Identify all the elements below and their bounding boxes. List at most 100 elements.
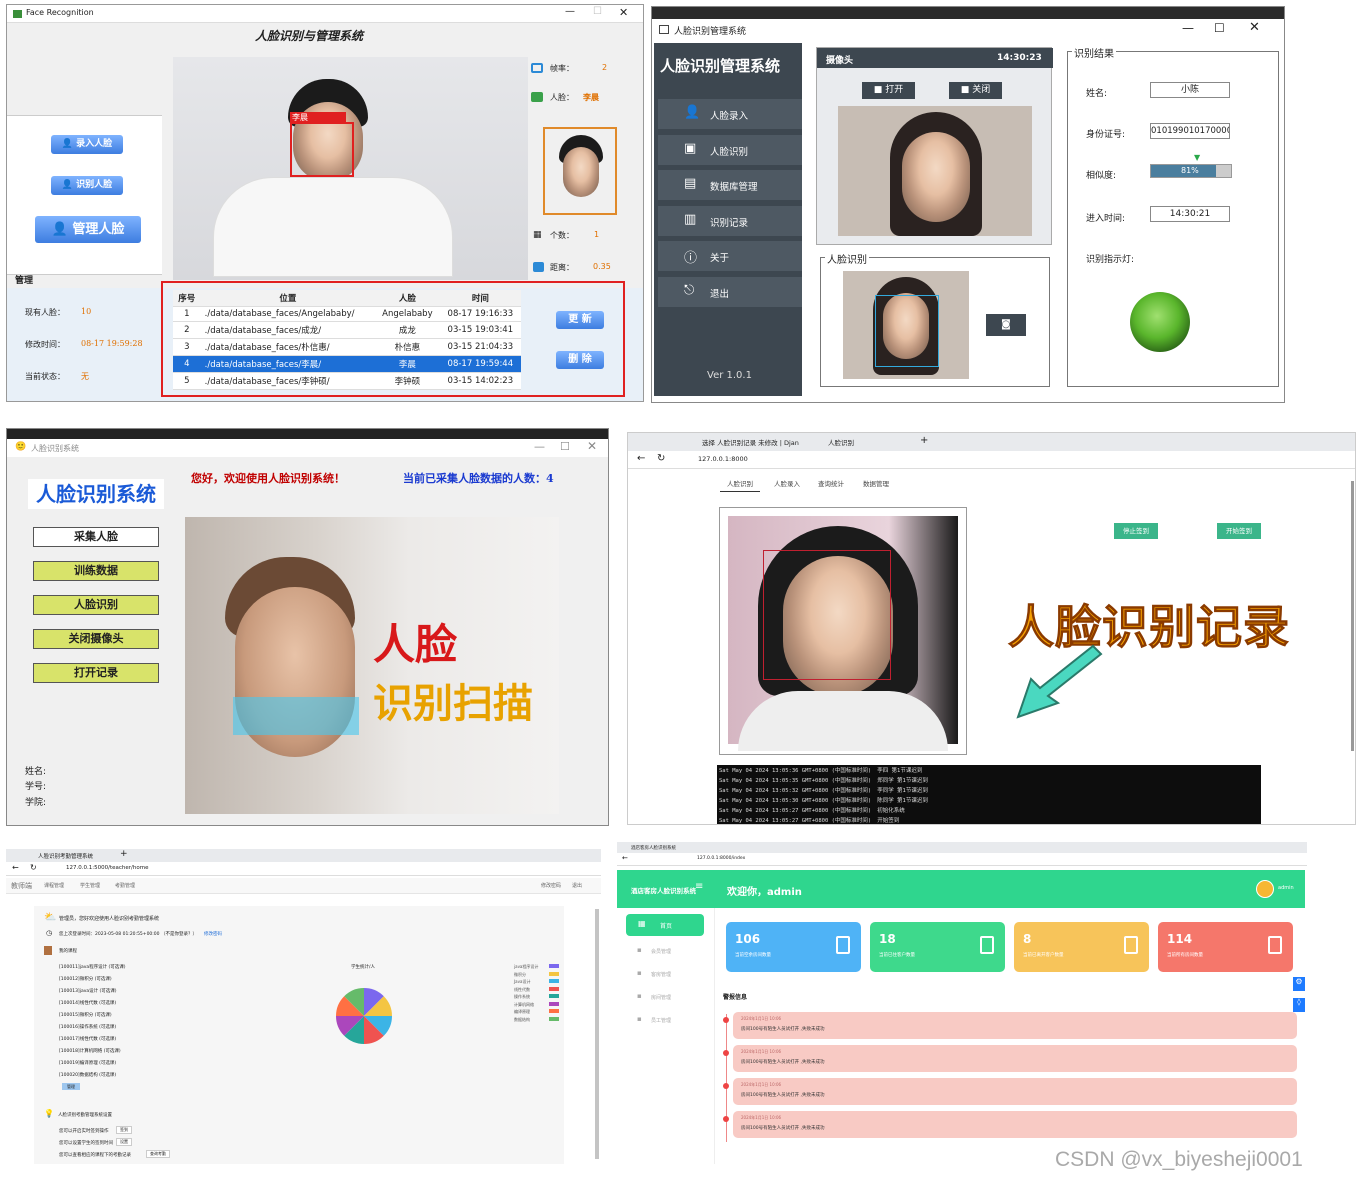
maximize-icon[interactable]: ☐: [1214, 21, 1225, 35]
alert-item[interactable]: 2024年1月1日 10:06 房间100号有陌生人员试打开 ,失败未成功: [733, 1111, 1297, 1138]
course-item[interactable]: [100014]线性代数 (可选课): [59, 1000, 116, 1006]
close-icon[interactable]: ✕: [619, 6, 628, 19]
table-row[interactable]: 2 ./data/database_faces/成龙/成龙 03-15 19:03:…: [173, 321, 521, 339]
stat-card[interactable]: 114 当前所有房间数量: [1158, 922, 1293, 972]
refresh-icon[interactable]: ↻: [657, 453, 665, 464]
window-header: 人脸识别管理系统 — ☐ ✕: [652, 19, 1284, 41]
alert-item[interactable]: 2024年1月1日 10:06 房间100号有陌生人员试打开 ,失败未成功: [733, 1078, 1297, 1105]
tab-2[interactable]: 人脸识别: [828, 437, 854, 447]
sidebar-item-3[interactable]: 房间管理: [651, 994, 671, 1001]
capture-button[interactable]: ◙: [986, 314, 1026, 336]
tab-1[interactable]: 选择 人脸识别记录 未修改 | Djan: [702, 437, 802, 447]
course-item[interactable]: [100020]数据结构 (可选课): [59, 1072, 116, 1078]
side-button-1[interactable]: 训练数据: [33, 561, 159, 581]
sidebar-item-home[interactable]: ▦ 首页: [626, 914, 704, 936]
course-item[interactable]: [100017]线性代数 (可选课): [59, 1036, 116, 1042]
stat-card[interactable]: 106 当前空余房间数量: [726, 922, 861, 972]
side-button-4[interactable]: 打开记录: [33, 663, 159, 683]
brand[interactable]: 教师端: [11, 881, 32, 891]
welcome-text: 欢迎你，admin: [727, 887, 802, 898]
url-text[interactable]: 127.0.0.1:8000/index: [697, 856, 745, 861]
open-camera-button[interactable]: ■ 打开: [862, 82, 915, 99]
url-text[interactable]: 127.0.0.1:5000/teacher/home: [66, 865, 148, 871]
course-item[interactable]: [100016]操作系统 (可选课): [59, 1024, 116, 1030]
nav-tab-0[interactable]: 人脸识别: [727, 478, 753, 488]
table-row[interactable]: 4 ./data/database_faces/李晨/李晨 08-17 19:59:…: [173, 355, 521, 373]
tip-button[interactable]: 查询考勤: [146, 1150, 170, 1158]
sidebar-item-1[interactable]: 会员管理: [651, 948, 671, 955]
sidebar-item-2[interactable]: 客房管理: [651, 971, 671, 978]
minimize-icon[interactable]: —: [1182, 21, 1194, 35]
count-value: 1: [594, 230, 600, 239]
sidebar-item-5[interactable]: ⎋ 退出: [658, 276, 802, 307]
scrollbar[interactable]: [595, 909, 599, 1159]
new-tab-icon[interactable]: +: [120, 849, 128, 859]
table-row[interactable]: 5 ./data/database_faces/李钟硕/李钟硕 03-15 14:0…: [173, 372, 521, 390]
side-button-2[interactable]: 人脸识别: [33, 595, 159, 615]
side-button-3[interactable]: 关闭摄像头: [33, 629, 159, 649]
username[interactable]: admin: [1278, 885, 1294, 891]
nav-tab-3[interactable]: 数据管理: [863, 478, 889, 488]
refresh-icon[interactable]: ↻: [30, 863, 37, 872]
alert-item[interactable]: 2024年1月1日 10:06 房间100号有陌生人员试打开 ,失败未成功: [733, 1045, 1297, 1072]
manage-face-button[interactable]: 👤 管理人脸: [35, 216, 141, 243]
sidebar-item-1[interactable]: ▣ 人脸识别: [658, 134, 802, 165]
close-icon[interactable]: ✕: [587, 439, 597, 453]
change-password-link[interactable]: 修改密码: [204, 931, 222, 937]
new-tab-icon[interactable]: +: [920, 435, 928, 446]
menu-toggle-icon[interactable]: ≡: [695, 881, 703, 892]
manage-button[interactable]: 管理: [62, 1083, 80, 1090]
logout-link[interactable]: 退出: [572, 882, 582, 889]
course-item[interactable]: [100019]编译原理 (可选课): [59, 1060, 116, 1066]
table-row[interactable]: 1 ./data/database_faces/Angelababy/Angela…: [173, 306, 521, 322]
delete-button[interactable]: 删 除: [556, 351, 604, 369]
course-item[interactable]: [100011]java程序设计 (可选课): [59, 964, 126, 970]
course-item[interactable]: [100015]微积分 (可选课): [59, 1012, 112, 1018]
url-text[interactable]: 127.0.0.1:8000: [698, 455, 748, 463]
log-line: Sat May 04 2024 13:05:27 GMT+0800 (中国标准时…: [719, 816, 1259, 824]
sidebar-item-2[interactable]: ▤ 数据库管理: [658, 170, 802, 200]
stat-card[interactable]: 8 当前已离开客户数量: [1014, 922, 1149, 972]
back-icon[interactable]: ←: [622, 854, 628, 862]
course-item[interactable]: [100013]java设计 (可选课): [59, 988, 117, 994]
tip-button[interactable]: 签到: [116, 1126, 132, 1134]
drop-float-button[interactable]: ◊: [1293, 998, 1305, 1012]
sidebar-item-3[interactable]: ▥ 识别记录: [658, 205, 802, 236]
sidebar-item-4[interactable]: ⓘ 关于: [658, 241, 802, 271]
stat-card[interactable]: 18 当前已住客户数量: [870, 922, 1005, 972]
course-item[interactable]: [100018]计算机网络 (可选课): [59, 1048, 121, 1054]
close-camera-button[interactable]: ■ 关闭: [949, 82, 1002, 99]
minimize-icon[interactable]: —: [565, 6, 575, 17]
start-signin-button[interactable]: 开始签到: [1217, 523, 1261, 539]
table-row[interactable]: 3 ./data/database_faces/朴信惠/朴信惠 03-15 21:0…: [173, 338, 521, 356]
tip-button[interactable]: 设置: [116, 1138, 132, 1146]
maximize-icon[interactable]: ☐: [593, 6, 602, 17]
update-button[interactable]: 更 新: [556, 311, 604, 329]
side-button-0[interactable]: 采集人脸: [33, 527, 159, 547]
tab[interactable]: 酒店客房人脸识别系统: [631, 845, 676, 851]
back-icon[interactable]: ←: [12, 863, 19, 872]
nav-courses[interactable]: 课程管理: [44, 882, 64, 889]
alert-item[interactable]: 2024年1月1日 10:06 房间100号有陌生人员试打开 ,失败未成功: [733, 1012, 1297, 1039]
back-icon[interactable]: ←: [637, 453, 645, 464]
change-password-link[interactable]: 修改密码: [541, 882, 561, 889]
avatar[interactable]: [1256, 880, 1274, 898]
tab[interactable]: 人脸识别考勤管理系统: [38, 852, 93, 860]
stop-signin-button[interactable]: 停止签到: [1114, 523, 1158, 539]
close-icon[interactable]: ✕: [1249, 20, 1260, 35]
sidebar-icon: ▪: [637, 992, 642, 1000]
sidebar-item-4[interactable]: 员工管理: [651, 1017, 671, 1024]
sidebar-item-0[interactable]: 👤 人脸录入: [658, 99, 802, 129]
nav-attendance[interactable]: 考勤管理: [115, 882, 135, 889]
settings-float-button[interactable]: ⚙: [1293, 977, 1305, 991]
minimize-icon[interactable]: —: [534, 440, 545, 453]
nav-tab-1[interactable]: 人脸录入: [774, 478, 800, 488]
nav-students[interactable]: 学生管理: [80, 882, 100, 889]
scrollbar[interactable]: [1351, 481, 1354, 751]
enroll-face-button[interactable]: 👤 录入人脸: [51, 135, 123, 154]
recognize-face-button[interactable]: 👤 识别人脸: [51, 176, 123, 195]
course-item[interactable]: [100012]微积分 (可选课): [59, 976, 112, 982]
existing-faces-label: 现有人脸：: [25, 308, 65, 317]
nav-tab-2[interactable]: 查询统计: [818, 478, 844, 488]
maximize-icon[interactable]: ☐: [560, 440, 570, 453]
